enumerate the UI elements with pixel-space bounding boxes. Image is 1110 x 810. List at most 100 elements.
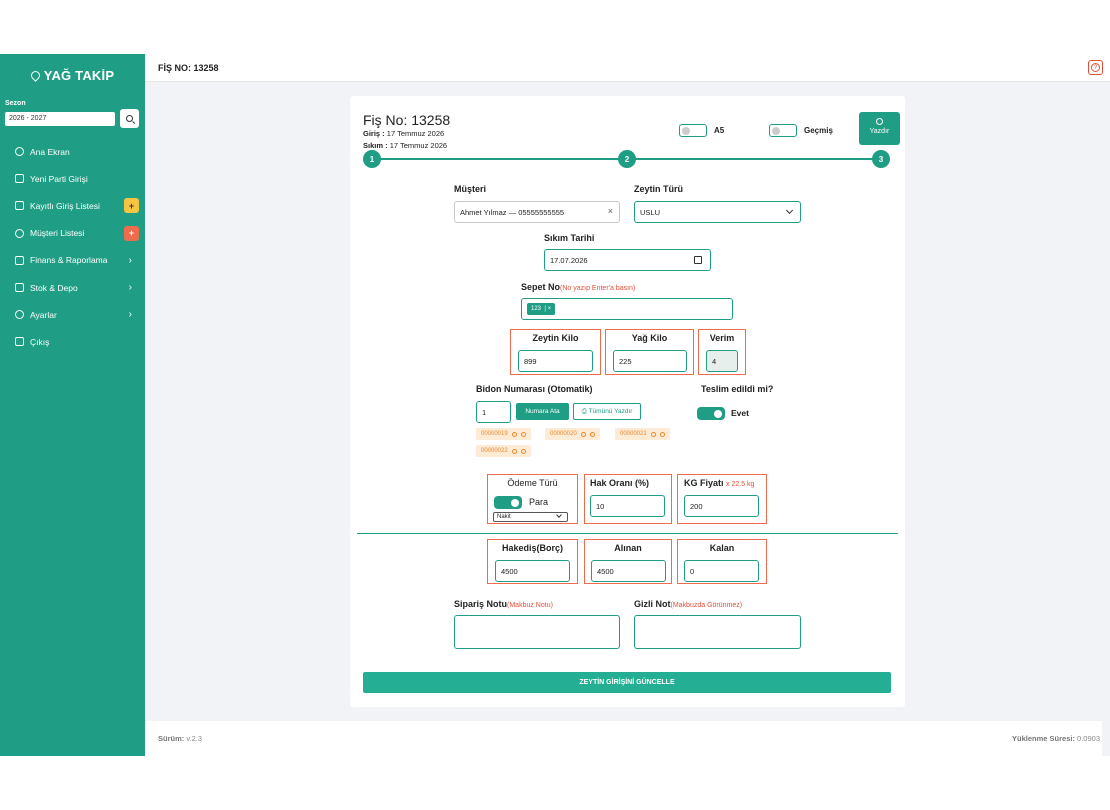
sikim-tarihi-value: 17.07.2026 (550, 256, 588, 265)
sidebar-item-cikis[interactable]: Çıkış (0, 328, 145, 355)
bidon-label: Bidon Numarası (Otomatik) (476, 384, 593, 394)
chart-icon (15, 201, 24, 211)
hakedis-label: Hakediş(Borç) (501, 543, 564, 553)
sidebar-item-label: Çıkış (30, 336, 50, 347)
sidebar-item-label: Müşteri Listesi (30, 228, 85, 239)
update-button[interactable]: ZEYTİN GİRİŞİNİ GÜNCELLE (363, 672, 891, 693)
odeme-turu-box: Ödeme Türü Para Nakit (487, 474, 578, 524)
sidebar-item-label: Ayarlar (30, 309, 57, 320)
printer-icon: ⎙ (581, 407, 589, 415)
sidebar-item-label: Finans & Raporlama (30, 255, 108, 266)
hakedis-box: Hakediş(Borç) 4500 (487, 539, 578, 584)
top-bar: FİŞ NO: 13258 ? (145, 54, 1110, 82)
giris-label: Giriş : (363, 129, 385, 138)
gizli-not-textarea[interactable] (634, 615, 801, 649)
remove-icon[interactable] (589, 431, 595, 437)
odeme-select[interactable]: Nakit (493, 512, 568, 522)
tag-remove-icon[interactable]: × (548, 306, 552, 312)
musteri-select[interactable]: Ahmet Yılmaz — 05555555555 × (454, 201, 620, 223)
sikim-date: Sıkım : 17 Temmuz 2026 (363, 141, 447, 150)
para-label: Para (529, 497, 549, 507)
kg-fiyati-input[interactable]: 200 (684, 495, 759, 517)
siparis-notu-textarea[interactable] (454, 615, 620, 649)
teslim-switch[interactable] (697, 407, 725, 420)
section-divider (357, 533, 898, 534)
page-title: FİŞ NO: 13258 (158, 63, 219, 73)
musteri-label: Müşteri (454, 184, 487, 194)
sezon-row: 2026 - 2027 (0, 109, 145, 128)
calendar-icon[interactable] (694, 256, 702, 264)
a5-label: A5 (714, 126, 725, 135)
step-3[interactable]: 3 (872, 150, 890, 168)
hak-orani-label: Hak Oranı (%) (590, 478, 650, 488)
toggle-knob (772, 127, 780, 135)
sidebar-item-finans[interactable]: Finans & Raporlama › (0, 247, 145, 274)
teslim-value: Evet (731, 408, 749, 418)
print-icon[interactable] (580, 431, 586, 437)
sikim-tarihi-label: Sıkım Tarihi (544, 233, 595, 243)
zeytin-turu-select[interactable]: USLU (634, 201, 801, 223)
step-2[interactable]: 2 (618, 150, 636, 168)
sidebar-item-kayitli-giris[interactable]: Kayıtlı Giriş Listesi + (0, 192, 145, 219)
hak-orani-input[interactable]: 10 (590, 495, 665, 517)
para-switch[interactable] (494, 496, 522, 509)
sidebar-item-stok[interactable]: Stok & Depo › (0, 274, 145, 301)
users-icon (15, 228, 24, 238)
kalan-input[interactable]: 0 (684, 560, 759, 582)
app-logo[interactable]: YAĞ TAKİP (0, 54, 145, 96)
remove-icon[interactable] (520, 448, 526, 454)
oil-drop-icon (28, 68, 42, 82)
sidebar-item-label: Kayıtlı Giriş Listesi (30, 200, 100, 211)
bidon-chip-number: 00000021 (620, 431, 647, 437)
zeytin-kilo-input[interactable]: 899 (518, 350, 593, 372)
sidebar-item-ayarlar[interactable]: Ayarlar › (0, 301, 145, 328)
sepet-hint: (No yazıp Enter'a basın) (560, 285, 636, 292)
add-file-icon[interactable]: + (124, 198, 139, 214)
gizli-not-label-text: Gizli Not (634, 599, 671, 609)
remove-icon[interactable] (659, 431, 665, 437)
bidon-chip: 00000022 (476, 445, 531, 457)
gizli-not-hint: (Makbuzda Görünmez) (670, 602, 743, 609)
sepet-label-text: Sepet No (521, 282, 561, 292)
clear-icon[interactable]: × (608, 207, 613, 216)
hakedis-input[interactable]: 4500 (495, 560, 570, 582)
bidon-chip-number: 00000022 (481, 448, 508, 454)
giris-value: 17 Temmuz 2026 (386, 129, 445, 138)
yag-kilo-input[interactable]: 225 (613, 350, 687, 372)
yag-kilo-box: Yağ Kilo 225 (605, 329, 694, 375)
help-button[interactable]: ? (1088, 60, 1103, 75)
print-icon[interactable] (650, 431, 656, 437)
search-icon (126, 115, 133, 122)
print-icon[interactable] (511, 431, 517, 437)
remove-icon[interactable] (520, 431, 526, 437)
sezon-select[interactable]: 2026 - 2027 (5, 111, 115, 126)
sidebar-item-label: Stok & Depo (30, 282, 78, 293)
alinan-input[interactable]: 4500 (591, 560, 666, 582)
siparis-notu-label: Sipariş Notu(Makbuz Notu) (454, 599, 553, 609)
sidebar-item-musteri-listesi[interactable]: Müşteri Listesi + (0, 220, 145, 247)
gear-icon (15, 310, 24, 320)
gecmis-toggle[interactable] (769, 124, 797, 137)
version-label: Sürüm: (158, 734, 185, 743)
sezon-search-button[interactable] (120, 109, 139, 128)
sidebar-item-ana-ekran[interactable]: Ana Ekran (0, 138, 145, 165)
step-1[interactable]: 1 (363, 150, 381, 168)
document-icon (15, 174, 24, 184)
sikim-tarihi-input[interactable]: 17.07.2026 (544, 249, 711, 271)
a5-toggle[interactable] (679, 124, 707, 137)
print-icon[interactable] (511, 448, 517, 454)
sepet-tag: 123 | × (527, 303, 556, 315)
zeytin-kilo-label: Zeytin Kilo (532, 333, 579, 343)
sikim-label: Sıkım : (363, 141, 388, 150)
bidon-count-input[interactable]: 1 (476, 401, 511, 423)
numara-ata-button[interactable]: Numara Ata (516, 403, 569, 420)
bidon-chip: 00000021 (615, 428, 670, 440)
load-time: Yüklenme Süresi: 0.0903 (1012, 734, 1100, 743)
add-user-icon[interactable]: + (124, 225, 139, 241)
print-button[interactable]: Yazdır (859, 112, 900, 145)
sepet-tag-text: 123 (531, 306, 542, 312)
sidebar-item-yeni-parti[interactable]: Yeni Parti Girişi (0, 165, 145, 192)
tumunu-yazdir-button[interactable]: ⎙ Tümünü Yazdır (573, 403, 641, 420)
sepet-tag-input[interactable]: 123 | × (521, 298, 733, 320)
teslim-label: Teslim edildi mi? (701, 384, 774, 394)
